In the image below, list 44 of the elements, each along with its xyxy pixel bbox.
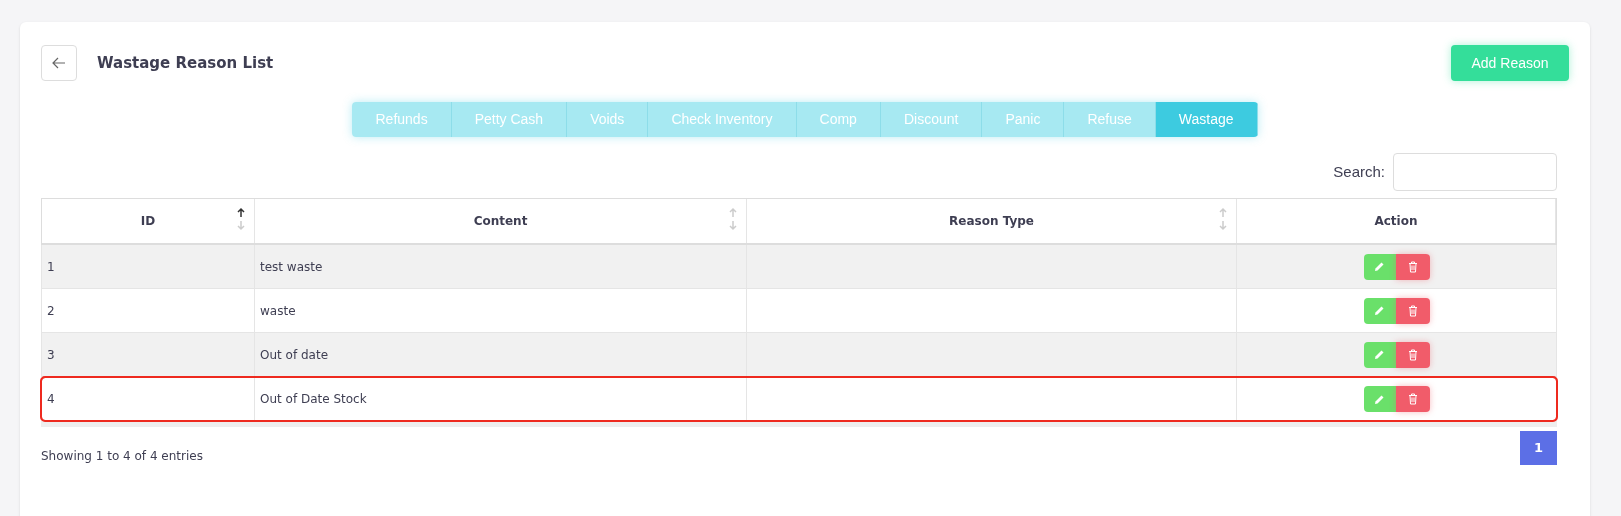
add-reason-button[interactable]: Add Reason (1451, 45, 1569, 81)
tab[interactable]: Wastage (1155, 102, 1258, 137)
page-button[interactable]: 1 (1520, 431, 1557, 465)
delete-button[interactable] (1395, 341, 1430, 368)
column-header[interactable]: Reason Type (747, 199, 1237, 243)
trash-icon (1407, 393, 1418, 405)
sort-icon[interactable] (236, 207, 246, 231)
delete-button[interactable] (1395, 253, 1430, 280)
tab[interactable]: Comp (796, 102, 881, 137)
tab[interactable]: Refuse (1064, 102, 1156, 137)
pencil-icon (1374, 305, 1385, 316)
search-field[interactable] (1393, 153, 1557, 191)
tab[interactable]: Petty Cash (451, 102, 568, 137)
table-cell: test waste (255, 245, 747, 288)
tab[interactable]: Check Inventory (648, 102, 797, 137)
tab[interactable]: Refunds (352, 102, 452, 137)
tab[interactable]: Voids (567, 102, 649, 137)
table-cell: waste (255, 289, 747, 332)
delete-button[interactable] (1395, 386, 1430, 412)
pencil-icon (1374, 261, 1385, 272)
table-cell: Out of Date Stock (255, 378, 747, 420)
table-cell: 2 (42, 289, 255, 332)
edit-button[interactable] (1363, 341, 1396, 368)
tab[interactable]: Panic (982, 102, 1065, 137)
back-arrow-icon (52, 57, 66, 69)
entries-info: Showing 1 to 4 of 4 entries (41, 448, 203, 465)
back-button[interactable] (41, 45, 77, 81)
table-cell: 4 (42, 378, 255, 420)
edit-button[interactable] (1363, 386, 1396, 412)
column-header[interactable]: ID (42, 199, 255, 243)
column-header[interactable]: Content (255, 199, 747, 243)
trash-icon (1407, 348, 1418, 361)
pencil-icon (1374, 349, 1385, 360)
table-cell: 1 (42, 245, 255, 288)
edit-button[interactable] (1363, 253, 1396, 280)
search-label: Search: (1333, 161, 1385, 182)
column-header[interactable]: Action (1237, 199, 1556, 243)
delete-button[interactable] (1395, 297, 1430, 324)
trash-icon (1407, 260, 1418, 273)
trash-icon (1407, 304, 1418, 317)
edit-button[interactable] (1363, 297, 1396, 324)
page-title: Wastage Reason List (97, 52, 274, 74)
tab[interactable]: Discount (880, 102, 983, 137)
pencil-icon (1374, 393, 1385, 405)
